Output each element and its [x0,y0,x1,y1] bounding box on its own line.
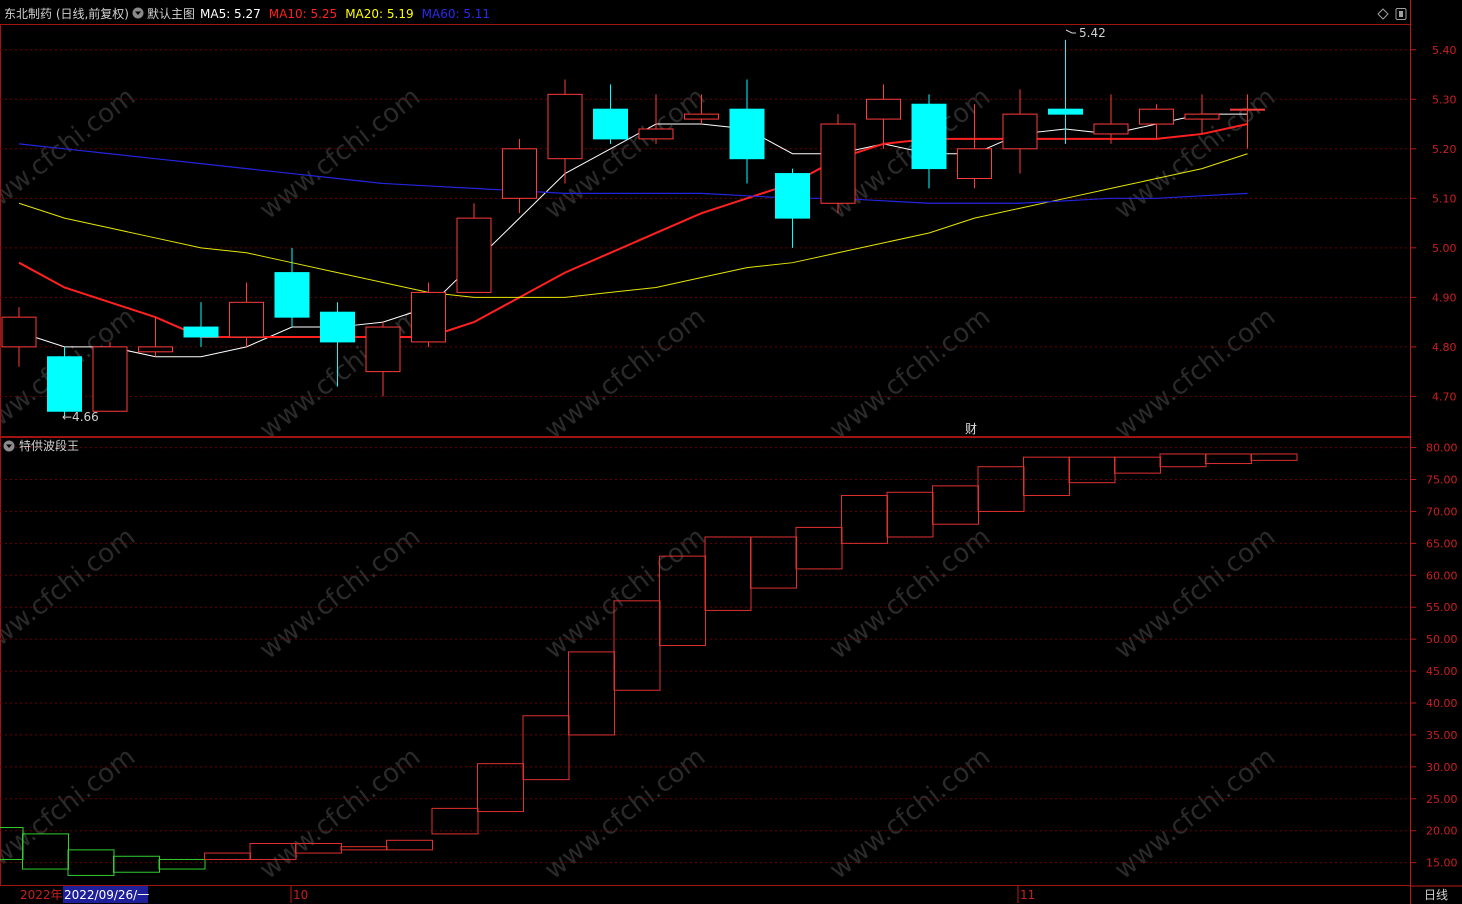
ma-legend-item: MA10: 5.25 [269,7,337,21]
ma-legend-item: MA20: 5.19 [345,7,413,21]
y-tick-label: 5.40 [1432,44,1457,57]
y-tick-label: 60.00 [1426,569,1458,582]
candle[interactable] [820,114,856,214]
cursor-date: 2022/09/26/一 [64,888,149,902]
panel-toggle-icon-inner [1399,11,1403,17]
y-tick-label: 25.00 [1426,793,1458,806]
y-tick-label: 40.00 [1426,697,1458,710]
y-tick-label: 65.00 [1426,537,1458,550]
candle-body [502,148,537,199]
candle-body [320,311,355,343]
period-button[interactable]: 日线 [1424,888,1448,902]
low-price-label: ←4.66 [62,410,99,424]
candle-body [638,128,674,140]
candle-body [1139,108,1174,125]
candle-body [365,326,401,373]
candle-body [183,326,219,338]
month-label-nov: 11 [1020,888,1035,902]
candle-body [47,356,82,412]
candle-body [957,148,992,180]
y-tick-label: 5.10 [1432,192,1457,205]
y-tick-label: 75.00 [1426,474,1458,487]
candle-body [92,346,128,412]
stock-title[interactable]: 东北制药 (日线,前复权) [4,6,129,21]
candle-body [1230,108,1265,111]
candle-body [684,113,719,120]
candle[interactable] [411,282,446,347]
y-tick-label: 5.30 [1432,93,1457,106]
y-tick-label: 5.00 [1432,242,1457,255]
candle-body [1184,113,1220,120]
candle-body [1002,113,1038,150]
candle-body [866,98,901,120]
ma-legend-item: MA60: 5.11 [422,7,490,21]
main-chart-label: 默认主图 [147,6,195,21]
candle[interactable] [92,341,128,412]
high-price-label: 5.42 [1079,26,1106,40]
ma-legend: MA5: 5.27 MA10: 5.25 MA20: 5.19 MA60: 5.11 [200,7,490,21]
y-tick-label: 80.00 [1426,442,1458,455]
month-label-oct: 10 [293,888,308,902]
finance-marker[interactable]: 财 [965,422,977,436]
y-tick-label: 55.00 [1426,601,1458,614]
candle-body [547,93,583,160]
ma-legend-item: MA5: 5.27 [200,7,261,21]
y-tick-label: 30.00 [1426,761,1458,774]
y-tick-label: 50.00 [1426,633,1458,646]
candle-body [593,108,628,140]
candle-body [1,316,37,348]
candle-body [229,301,264,338]
candle-body [456,217,492,293]
y-tick-label: 4.90 [1432,291,1457,304]
candle-body [729,108,765,160]
indicator-title: 特供波段王 [19,438,79,453]
y-tick-label: 4.70 [1432,390,1457,403]
y-tick-label: 20.00 [1426,825,1458,838]
candle[interactable] [47,346,82,417]
y-tick-label: 5.20 [1432,143,1457,156]
stock-chart-window[interactable]: www.cfchi.com www.cfchi.com www.cfchi.com w… [0,0,1462,904]
year-label: 2022年 [20,888,63,902]
y-tick-label: 4.80 [1432,341,1457,354]
candle-body [1048,108,1083,115]
date-axis-bar [0,886,1410,904]
candle-body [1093,123,1129,135]
y-tick-label: 35.00 [1426,729,1458,742]
candle-body [274,272,310,318]
y-tick-label: 70.00 [1426,505,1458,518]
candle-body [411,291,446,343]
candle-body [775,173,810,219]
candle-body [911,103,947,170]
candle-body [820,123,856,204]
candle-body [138,346,173,353]
y-tick-label: 45.00 [1426,665,1458,678]
y-tick-label: 15.00 [1426,857,1458,870]
